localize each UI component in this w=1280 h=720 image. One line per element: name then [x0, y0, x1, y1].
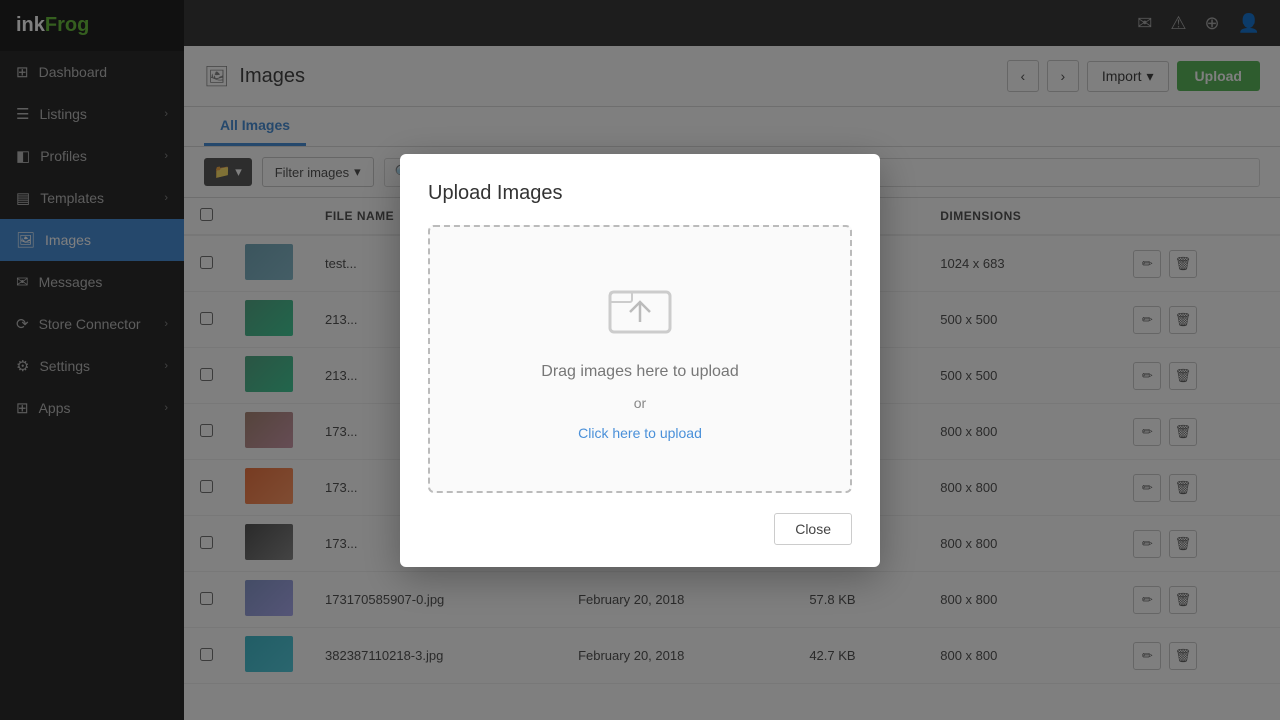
drop-or: or: [634, 395, 646, 411]
drop-zone[interactable]: Drag images here to upload or Click here…: [428, 225, 852, 493]
drop-icon: [605, 277, 675, 349]
modal-footer: Close: [428, 513, 852, 545]
modal-title: Upload Images: [428, 182, 852, 205]
close-button[interactable]: Close: [774, 513, 852, 545]
click-to-upload-link[interactable]: Click here to upload: [578, 425, 702, 441]
upload-modal: Upload Images Drag images here to upload…: [400, 154, 880, 567]
drop-text: Drag images here to upload: [541, 363, 738, 381]
modal-overlay: Upload Images Drag images here to upload…: [0, 0, 1280, 720]
